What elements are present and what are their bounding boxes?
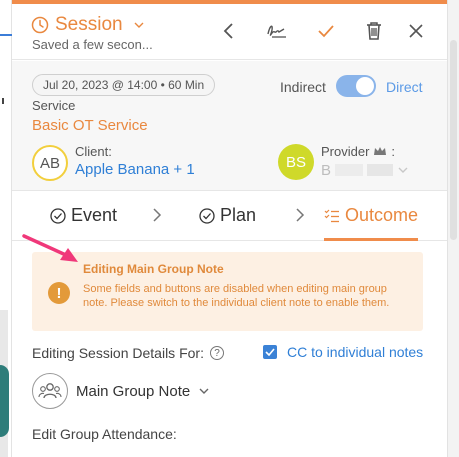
editing-for-label: Editing Session Details For: (32, 345, 204, 361)
background-app-strip (0, 0, 12, 457)
check-circle-icon (50, 207, 66, 224)
provider-avatar: BS (278, 144, 314, 180)
direct-label: Direct (386, 79, 423, 95)
warning-icon: ! (48, 282, 70, 304)
tab-event[interactable]: Event (50, 205, 117, 226)
chevron-down-icon (398, 167, 408, 173)
alert-body: Some fields and buttons are disabled whe… (83, 283, 390, 309)
toggle-knob (356, 77, 374, 95)
cc-checkbox[interactable] (263, 345, 277, 359)
signature-button[interactable] (266, 20, 288, 42)
provider-colon: : (391, 144, 396, 159)
background-marker (2, 98, 4, 104)
tab-event-label: Event (71, 205, 118, 225)
session-title: Session (55, 14, 123, 35)
trash-icon (367, 22, 381, 40)
provider-value-initial: B (321, 161, 332, 179)
cc-label[interactable]: CC to individual notes (287, 344, 423, 360)
redacted-text (367, 164, 394, 176)
direct-indirect-toggle[interactable] (336, 75, 376, 97)
pointer-arrow-icon (22, 234, 78, 262)
editing-for-row: Editing Session Details For: ? (32, 345, 224, 361)
session-header: Session Saved a few secon... (12, 4, 447, 60)
tab-plan-label: Plan (220, 205, 257, 225)
group-icon (32, 373, 68, 409)
chevron-right-icon (153, 208, 162, 222)
close-button[interactable] (405, 20, 427, 42)
group-note-alert: ! Editing Main Group Note Some fields an… (32, 252, 423, 331)
clock-icon (31, 16, 49, 34)
service-value[interactable]: Basic OT Service (32, 117, 148, 134)
session-panel: Session Saved a few secon... Jul 20, 202… (12, 0, 447, 457)
chevron-down-icon (134, 22, 144, 28)
checkmark-icon (265, 348, 275, 356)
check-icon (318, 25, 334, 38)
signature-icon (267, 25, 286, 38)
tab-outcome[interactable]: Outcome (324, 205, 418, 226)
provider-select[interactable]: B (321, 161, 421, 179)
tab-outcome-label: Outcome (345, 205, 419, 225)
tab-plan[interactable]: Plan (199, 205, 256, 226)
scrollbar-track[interactable] (447, 0, 459, 457)
people-icon (38, 383, 62, 399)
checklist-icon (324, 209, 339, 222)
service-label: Service (32, 98, 76, 113)
chevron-right-icon (296, 208, 305, 222)
session-title-dropdown[interactable]: Session (31, 14, 145, 36)
save-status: Saved a few secon... (32, 37, 153, 52)
group-note-label: Main Group Note (76, 382, 191, 400)
date-time-chip[interactable]: Jul 20, 2023 @ 14:00 • 60 Min (32, 74, 216, 96)
delete-button[interactable] (363, 20, 385, 42)
redacted-text (335, 164, 364, 176)
client-label: Client: (75, 144, 112, 159)
session-info: Jul 20, 2023 @ 14:00 • 60 Min Indirect D… (12, 61, 447, 191)
background-tab-indicator (0, 34, 12, 36)
chevron-down-icon (199, 388, 209, 394)
indirect-label: Indirect (280, 79, 326, 95)
active-tab-indicator (324, 238, 418, 241)
attendance-label: Edit Group Attendance: (32, 426, 177, 442)
scrollbar-thumb[interactable] (450, 40, 457, 240)
client-value[interactable]: Apple Banana + 1 (75, 161, 195, 178)
chevron-left-icon (223, 23, 233, 39)
client-avatar: AB (32, 145, 68, 181)
group-note-select[interactable]: Main Group Note (32, 373, 210, 409)
close-icon (409, 24, 423, 38)
side-drawer-tab[interactable] (0, 365, 9, 437)
crown-icon (374, 147, 387, 155)
help-icon[interactable]: ? (209, 346, 224, 360)
back-button[interactable] (218, 20, 240, 42)
confirm-button[interactable] (315, 20, 337, 42)
check-circle-icon (199, 207, 215, 224)
provider-label: Provider (321, 144, 370, 159)
alert-title: Editing Main Group Note (83, 262, 224, 276)
provider-label-row: Provider : (321, 144, 395, 159)
